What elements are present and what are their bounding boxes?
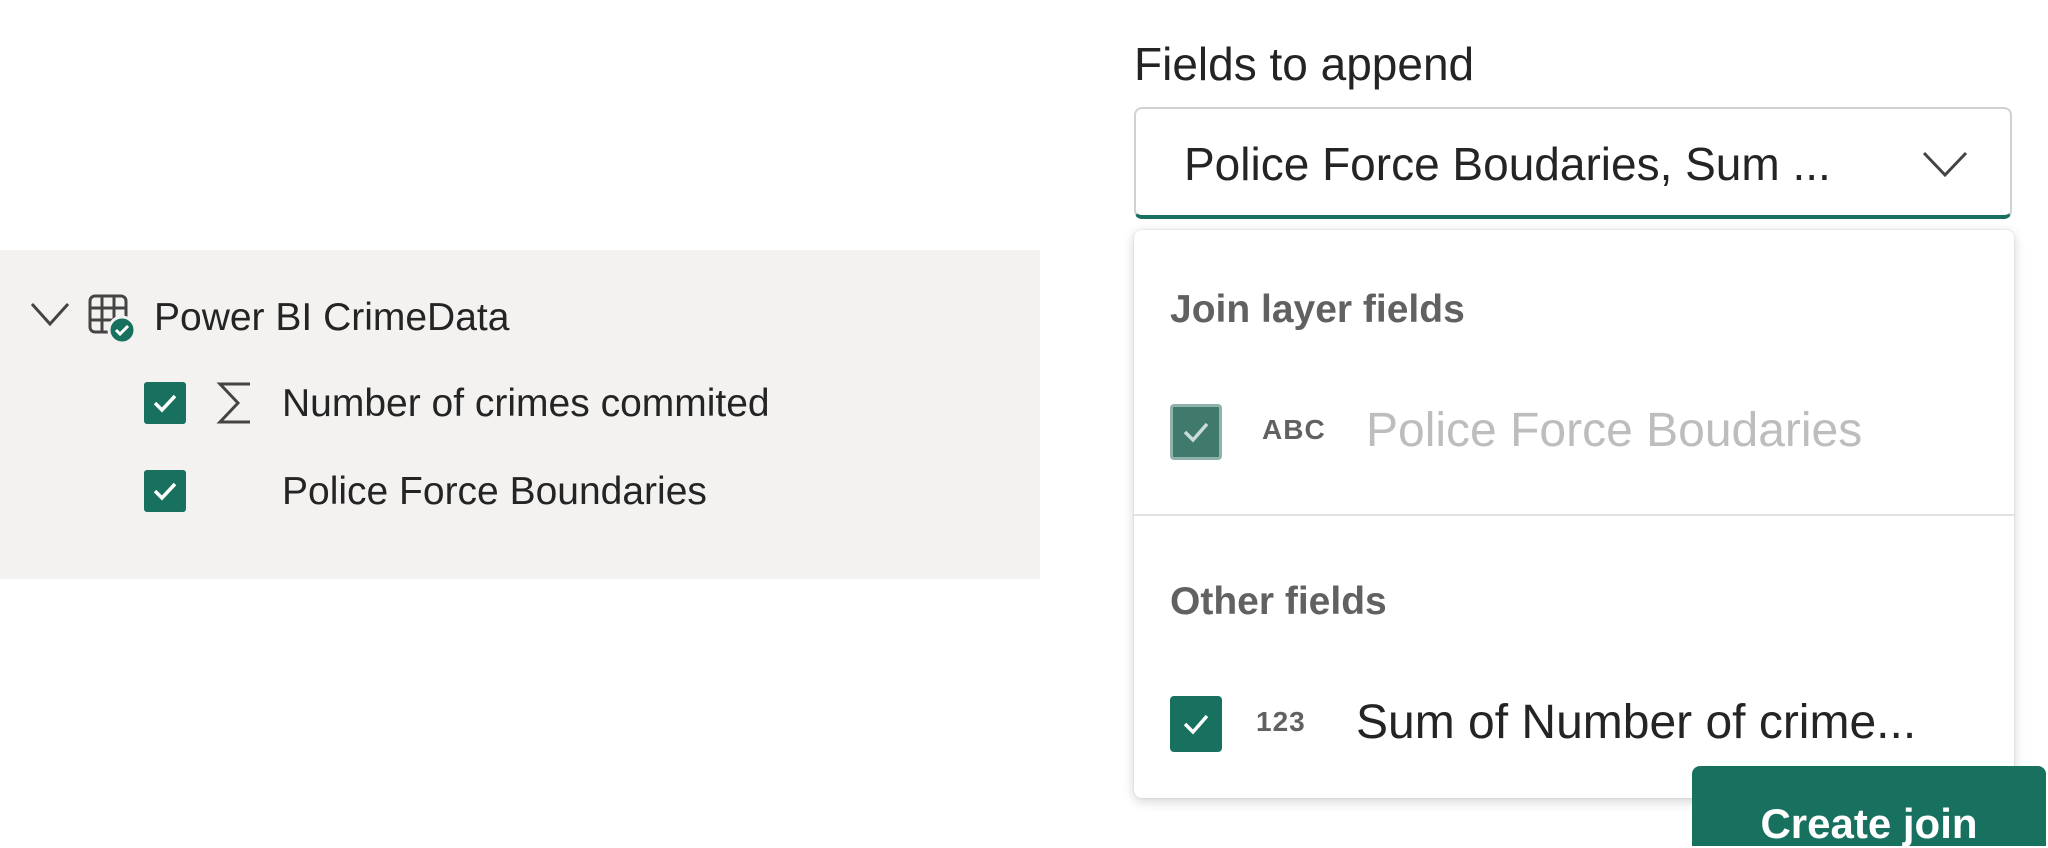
- chevron-down-icon[interactable]: [28, 296, 72, 332]
- abc-icon: ABC: [1262, 414, 1326, 445]
- chevron-down-icon: [1922, 151, 1968, 178]
- sigma-icon: [216, 382, 250, 424]
- field-checkbox-boundaries[interactable]: [144, 470, 186, 512]
- field-checkbox-crimes[interactable]: [144, 382, 186, 424]
- number-icon: 123: [1256, 706, 1306, 737]
- fields-to-append-dropdown[interactable]: Police Force Boudaries, Sum ...: [1134, 107, 2012, 219]
- fields-to-append-label: Fields to append: [1134, 38, 1475, 90]
- field-label-boundaries: Police Force Boundaries: [282, 470, 707, 513]
- group-header-join-layer: Join layer fields: [1170, 288, 1465, 331]
- field-label-crimes: Number of crimes commited: [282, 382, 770, 425]
- create-join-button[interactable]: Create join: [1692, 766, 2046, 847]
- dataset-label: Power BI CrimeData: [154, 296, 510, 339]
- option-checkbox-police-force[interactable]: [1170, 404, 1222, 460]
- fields-dropdown-menu: Join layer fields ABC Police Force Bouda…: [1134, 230, 2014, 798]
- option-label-police-force[interactable]: Police Force Boudaries: [1366, 402, 1862, 460]
- group-divider: [1134, 514, 2014, 516]
- group-header-other-fields: Other fields: [1170, 580, 1387, 623]
- dropdown-selected-value: Police Force Boudaries, Sum ...: [1184, 138, 1831, 190]
- option-checkbox-sum-crimes[interactable]: [1170, 696, 1222, 752]
- table-check-icon: [88, 294, 137, 344]
- option-label-sum-crimes[interactable]: Sum of Number of crime...: [1356, 694, 1916, 752]
